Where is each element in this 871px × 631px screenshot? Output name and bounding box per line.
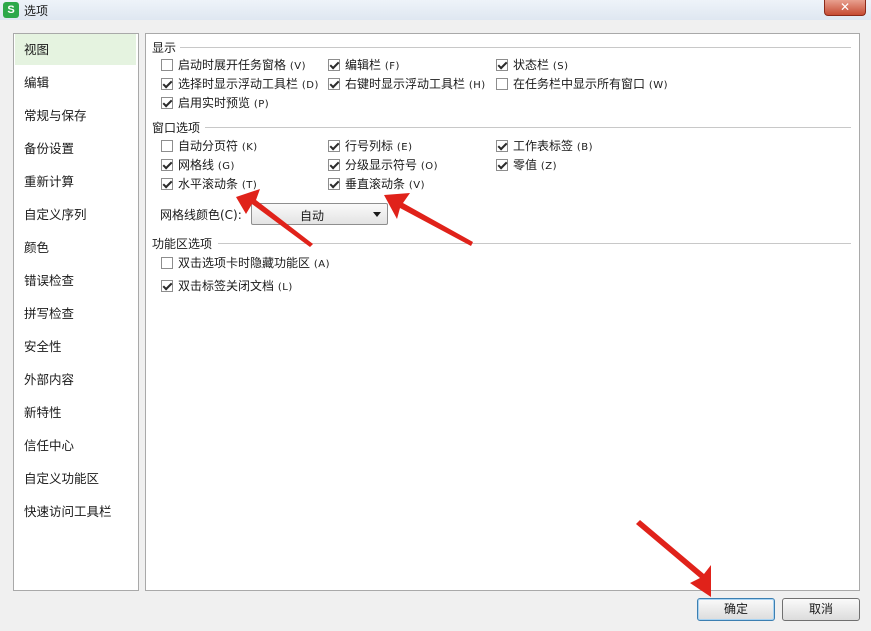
checkbox-box[interactable] [161, 178, 173, 190]
checkbox-box[interactable] [496, 59, 508, 71]
group-divider [205, 127, 851, 128]
checkbox-box[interactable] [161, 280, 173, 292]
checkbox-box[interactable] [161, 59, 173, 71]
checkbox-box[interactable] [161, 257, 173, 269]
sidebar-item-quick-access-toolbar[interactable]: 快速访问工具栏 [15, 496, 136, 527]
group-divider [180, 47, 851, 48]
group-title-display: 显示 [152, 41, 177, 55]
gridline-color-value: 自动 [299, 209, 324, 223]
sidebar-item-view[interactable]: 视图 [15, 34, 136, 65]
group-title-window-options: 窗口选项 [152, 121, 201, 135]
gridline-color-label: 网格线颜色(C): [160, 208, 242, 222]
title-bar: S 选项 ✕ [0, 0, 871, 20]
sidebar-item-external-content[interactable]: 外部内容 [15, 364, 136, 395]
checkbox-box[interactable] [328, 78, 340, 90]
cancel-button[interactable]: 取消 [782, 598, 860, 621]
checkbox-box[interactable] [161, 97, 173, 109]
sidebar-item-spelling[interactable]: 拼写检查 [15, 298, 136, 329]
app-logo-icon: S [3, 2, 19, 18]
ok-button[interactable]: 确定 [697, 598, 775, 621]
sidebar-item-color[interactable]: 颜色 [15, 232, 136, 263]
checkbox-box[interactable] [328, 140, 340, 152]
sidebar-item-security[interactable]: 安全性 [15, 331, 136, 362]
sidebar-item-customize-ribbon[interactable]: 自定义功能区 [15, 463, 136, 494]
checkbox-box[interactable] [161, 159, 173, 171]
close-button[interactable]: ✕ [824, 0, 866, 16]
options-sidebar: 视图 编辑 常规与保存 备份设置 重新计算 自定义序列 颜色 错误检查 拼写检查… [13, 33, 139, 591]
checkbox-box[interactable] [496, 78, 508, 90]
checkbox-box[interactable] [161, 78, 173, 90]
gridline-color-select[interactable]: 自动 [251, 203, 388, 225]
sidebar-item-new-features[interactable]: 新特性 [15, 397, 136, 428]
sidebar-item-recalculate[interactable]: 重新计算 [15, 166, 136, 197]
options-panel [145, 33, 860, 591]
sidebar-item-edit[interactable]: 编辑 [15, 67, 136, 98]
checkbox-box[interactable] [496, 159, 508, 171]
sidebar-item-error-checking[interactable]: 错误检查 [15, 265, 136, 296]
group-divider [218, 243, 851, 244]
sidebar-item-backup[interactable]: 备份设置 [15, 133, 136, 164]
checkbox-box[interactable] [328, 178, 340, 190]
sidebar-item-general-save[interactable]: 常规与保存 [15, 100, 136, 131]
chevron-down-icon [373, 212, 381, 217]
sidebar-item-trust-center[interactable]: 信任中心 [15, 430, 136, 461]
sidebar-item-custom-lists[interactable]: 自定义序列 [15, 199, 136, 230]
window-title: 选项 [24, 4, 49, 18]
checkbox-box[interactable] [161, 140, 173, 152]
checkbox-box[interactable] [496, 140, 508, 152]
checkbox-box[interactable] [328, 159, 340, 171]
checkbox-box[interactable] [328, 59, 340, 71]
group-title-ribbon: 功能区选项 [152, 237, 213, 251]
